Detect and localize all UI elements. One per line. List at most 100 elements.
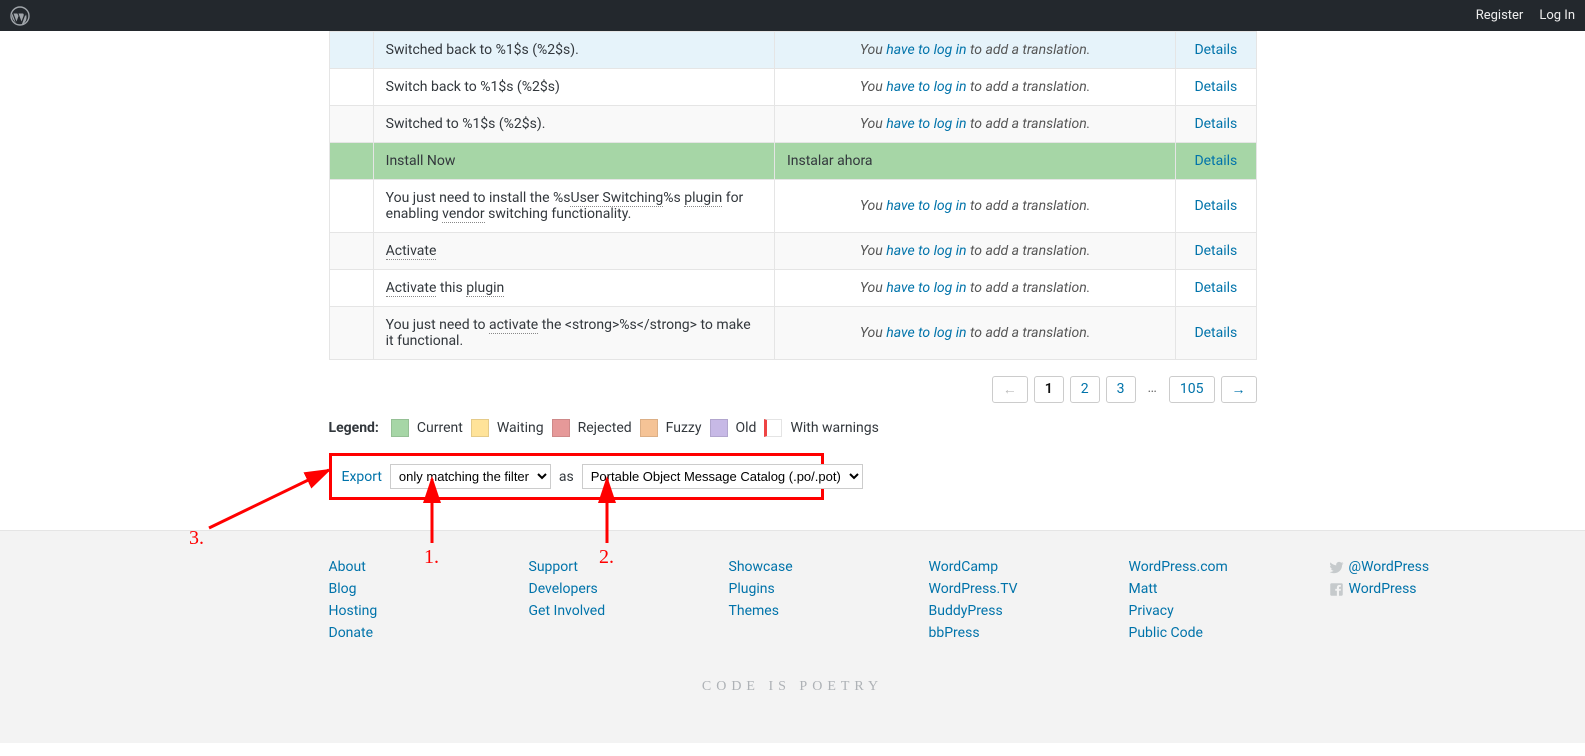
footer-link[interactable]: bbPress — [929, 625, 1049, 641]
table-row[interactable]: Switched back to %1$s (%2$s).You have to… — [329, 32, 1256, 69]
details-link[interactable]: Details — [1194, 153, 1237, 169]
login-to-translate-link[interactable]: have to log in — [886, 325, 966, 341]
source-cell: Activate — [373, 233, 774, 270]
login-to-translate-link[interactable]: have to log in — [886, 280, 966, 296]
footer-link[interactable]: WordPress.TV — [929, 581, 1049, 597]
footer-link[interactable]: Privacy — [1129, 603, 1249, 619]
source-cell: Switched back to %1$s (%2$s). — [373, 32, 774, 69]
footer-link[interactable]: Developers — [529, 581, 649, 597]
footer-link[interactable]: Public Code — [1129, 625, 1249, 641]
footer-link[interactable]: Matt — [1129, 581, 1249, 597]
pagination: ← 1 2 3 … 105 → — [329, 376, 1257, 403]
footer-col-social: @WordPress WordPress — [1329, 559, 1449, 641]
footer-link[interactable]: Blog — [329, 581, 449, 597]
details-link[interactable]: Details — [1194, 79, 1237, 95]
footer-tagline: Code is Poetry — [0, 679, 1585, 695]
footer-inner: About Blog Hosting Donate Support Developers… — [329, 559, 1257, 641]
priority-cell — [329, 270, 373, 307]
table-row[interactable]: You just need to activate the <strong>%s… — [329, 307, 1256, 360]
details-cell: Details — [1176, 233, 1256, 270]
login-to-translate-link[interactable]: have to log in — [886, 79, 966, 95]
details-cell: Details — [1176, 270, 1256, 307]
details-link[interactable]: Details — [1194, 325, 1237, 341]
admin-bar-left — [10, 6, 30, 26]
login-to-translate-link[interactable]: have to log in — [886, 198, 966, 214]
priority-cell — [329, 106, 373, 143]
table-row[interactable]: You just need to install the %sUser Swit… — [329, 180, 1256, 233]
swatch-rejected — [552, 419, 570, 437]
login-to-translate-link[interactable]: have to log in — [886, 116, 966, 132]
swatch-old — [710, 419, 728, 437]
details-cell: Details — [1176, 69, 1256, 106]
login-to-translate-link[interactable]: have to log in — [886, 243, 966, 259]
translation-cell: Instalar ahora — [774, 143, 1175, 180]
legend-warnings: With warnings — [790, 420, 878, 436]
table-row[interactable]: Switched to %1$s (%2$s).You have to log … — [329, 106, 1256, 143]
export-format-select[interactable]: Portable Object Message Catalog (.po/.po… — [582, 464, 863, 489]
swatch-warnings — [764, 419, 782, 437]
admin-bar-right: Register Log In — [1476, 8, 1575, 23]
admin-bar: Register Log In — [0, 0, 1585, 31]
priority-cell — [329, 180, 373, 233]
legend-label: Legend: — [329, 420, 379, 436]
export-controls: Export only matching the filter as Porta… — [329, 453, 824, 500]
footer-link[interactable]: Themes — [729, 603, 849, 619]
details-cell: Details — [1176, 32, 1256, 69]
translation-cell: You have to log in to add a translation. — [774, 32, 1175, 69]
details-link[interactable]: Details — [1194, 116, 1237, 132]
export-filter-select[interactable]: only matching the filter — [390, 464, 551, 489]
source-cell: Activate this plugin — [373, 270, 774, 307]
source-cell: You just need to install the %sUser Swit… — [373, 180, 774, 233]
facebook-link[interactable]: WordPress — [1329, 581, 1449, 597]
register-link[interactable]: Register — [1476, 8, 1524, 23]
translations-table: Switched back to %1$s (%2$s).You have to… — [329, 31, 1257, 360]
details-cell: Details — [1176, 106, 1256, 143]
details-link[interactable]: Details — [1194, 198, 1237, 214]
details-link[interactable]: Details — [1194, 280, 1237, 296]
page-3[interactable]: 3 — [1106, 376, 1136, 403]
page-current: 1 — [1034, 376, 1064, 403]
table-row[interactable]: ActivateYou have to log in to add a tran… — [329, 233, 1256, 270]
footer-link[interactable]: BuddyPress — [929, 603, 1049, 619]
export-link[interactable]: Export — [342, 469, 382, 485]
export-as-label: as — [559, 469, 574, 485]
login-link[interactable]: Log In — [1539, 8, 1575, 23]
page-105[interactable]: 105 — [1169, 376, 1215, 403]
legend-fuzzy: Fuzzy — [666, 420, 702, 436]
footer-link[interactable]: Plugins — [729, 581, 849, 597]
details-link[interactable]: Details — [1194, 42, 1237, 58]
main-container: Switched back to %1$s (%2$s).You have to… — [329, 31, 1257, 500]
wordpress-logo-icon[interactable] — [10, 6, 30, 26]
footer-col-5: WordPress.com Matt Privacy Public Code — [1129, 559, 1249, 641]
translation-cell: You have to log in to add a translation. — [774, 270, 1175, 307]
legend-rejected: Rejected — [578, 420, 632, 436]
footer-link[interactable]: WordPress.com — [1129, 559, 1249, 575]
footer-link[interactable]: Donate — [329, 625, 449, 641]
page-2[interactable]: 2 — [1070, 376, 1100, 403]
login-to-translate-link[interactable]: have to log in — [886, 42, 966, 58]
page-dots: … — [1142, 376, 1163, 403]
footer-link[interactable]: WordCamp — [929, 559, 1049, 575]
details-link[interactable]: Details — [1194, 243, 1237, 259]
twitter-link[interactable]: @WordPress — [1329, 559, 1449, 575]
details-cell: Details — [1176, 143, 1256, 180]
page-next[interactable]: → — [1221, 376, 1257, 403]
footer-link[interactable]: Hosting — [329, 603, 449, 619]
priority-cell — [329, 307, 373, 360]
footer-col-4: WordCamp WordPress.TV BuddyPress bbPress — [929, 559, 1049, 641]
page-prev[interactable]: ← — [992, 376, 1028, 403]
table-row[interactable]: Switch back to %1$s (%2$s)You have to lo… — [329, 69, 1256, 106]
footer-col-2: Support Developers Get Involved — [529, 559, 649, 641]
table-row[interactable]: Install NowInstalar ahoraDetails — [329, 143, 1256, 180]
footer-link[interactable]: Support — [529, 559, 649, 575]
translation-cell: You have to log in to add a translation. — [774, 233, 1175, 270]
twitter-icon — [1329, 560, 1344, 575]
facebook-icon — [1329, 582, 1344, 597]
footer-link[interactable]: Showcase — [729, 559, 849, 575]
footer-link[interactable]: About — [329, 559, 449, 575]
footer-link[interactable]: Get Involved — [529, 603, 649, 619]
swatch-waiting — [471, 419, 489, 437]
table-row[interactable]: Activate this pluginYou have to log in t… — [329, 270, 1256, 307]
legend-current: Current — [417, 420, 463, 436]
swatch-current — [391, 419, 409, 437]
